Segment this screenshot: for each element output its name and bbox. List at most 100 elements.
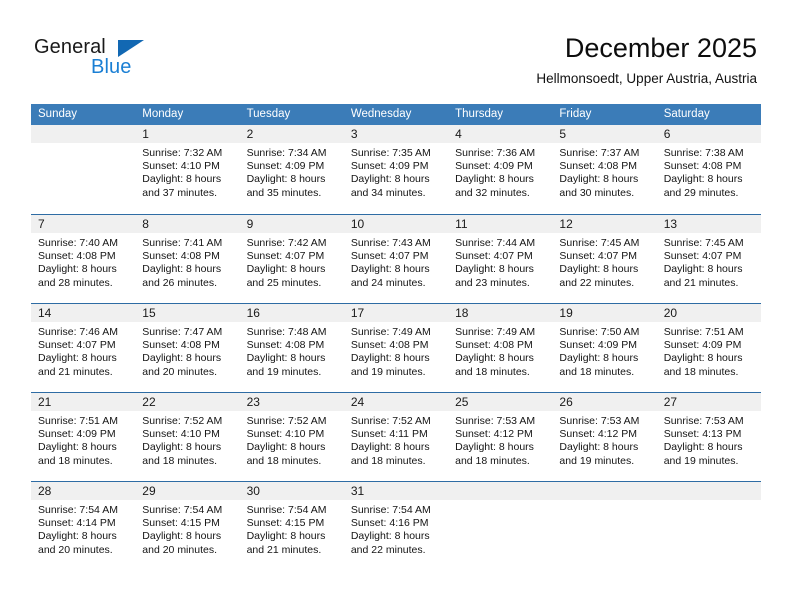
day-info: Sunrise: 7:45 AM Sunset: 4:07 PM Daylight:… <box>552 233 656 290</box>
day-number: 21 <box>31 393 136 411</box>
daylight-text: Daylight: 8 hours and 18 minutes. <box>455 441 534 467</box>
sunset-text: Sunset: 4:12 PM <box>559 428 638 441</box>
day-cell[interactable]: 27 Sunrise: 7:53 AM Sunset: 4:13 PM Dayligh… <box>656 393 761 481</box>
sunset-text: Sunset: 4:12 PM <box>455 428 533 441</box>
day-info: Sunrise: 7:35 AM Sunset: 4:09 PM Daylight:… <box>344 143 448 200</box>
daylight-text: Daylight: 8 hours and 20 minutes. <box>142 352 222 378</box>
day-cell[interactable]: 6 Sunrise: 7:38 AM Sunset: 4:08 PM Daylight… <box>656 125 761 214</box>
day-cell[interactable]: 19 Sunrise: 7:50 AM Sunset: 4:09 PM Dayligh… <box>552 304 657 392</box>
daylight-text: Daylight: 8 hours and 18 minutes. <box>350 441 430 467</box>
day-number: 8 <box>135 215 240 233</box>
logo-general-blue[interactable]: General Blue <box>34 36 234 88</box>
day-cell[interactable]: 4 Sunrise: 7:36 AM Sunset: 4:09 PM Daylight… <box>448 125 553 214</box>
sunset-text: Sunset: 4:11 PM <box>350 428 428 441</box>
daylight-text: Daylight: 8 hours and 28 minutes. <box>38 263 117 289</box>
day-cell[interactable]: 22 Sunrise: 7:52 AM Sunset: 4:10 PM Dayligh… <box>135 393 240 481</box>
sunset-text: Sunset: 4:10 PM <box>142 428 220 441</box>
day-number: 12 <box>552 215 657 233</box>
day-number: 1 <box>135 125 240 143</box>
sunset-text: Sunset: 4:09 PM <box>350 160 429 173</box>
day-number: 9 <box>239 215 344 233</box>
day-cell-empty <box>656 482 761 570</box>
day-cell[interactable]: 7 Sunrise: 7:40 AM Sunset: 4:08 PM Daylight… <box>31 215 136 303</box>
day-number <box>31 125 136 143</box>
day-cell[interactable]: 18 Sunrise: 7:49 AM Sunset: 4:08 PM Dayligh… <box>448 304 553 392</box>
day-cell[interactable]: 3 Sunrise: 7:35 AM Sunset: 4:09 PM Daylight… <box>343 125 449 214</box>
sunrise-text: Sunrise: 7:47 AM <box>142 326 223 338</box>
sunset-text: Sunset: 4:09 PM <box>663 339 742 352</box>
day-cell[interactable]: 12 Sunrise: 7:45 AM Sunset: 4:07 PM Dayligh… <box>552 215 657 303</box>
day-number: 25 <box>448 393 553 411</box>
day-cell[interactable]: 10 Sunrise: 7:43 AM Sunset: 4:07 PM Dayligh… <box>343 215 449 303</box>
sunrise-text: Sunrise: 7:34 AM <box>246 147 327 159</box>
day-cell[interactable]: 29 Sunrise: 7:54 AM Sunset: 4:15 PM Dayligh… <box>135 482 240 570</box>
day-number: 26 <box>552 393 657 411</box>
day-cell[interactable]: 24 Sunrise: 7:52 AM Sunset: 4:11 PM Dayligh… <box>343 393 449 481</box>
weeks-container: 1 Sunrise: 7:32 AM Sunset: 4:10 PM Daylight… <box>31 125 761 570</box>
daylight-text: Daylight: 8 hours and 21 minutes. <box>38 352 117 378</box>
sunset-text: Sunset: 4:09 PM <box>455 160 533 173</box>
daylight-text: Daylight: 8 hours and 25 minutes. <box>246 263 326 289</box>
day-number: 2 <box>239 125 344 143</box>
sunrise-text: Sunrise: 7:53 AM <box>663 415 744 427</box>
day-number: 19 <box>552 304 657 322</box>
day-cell[interactable]: 16 Sunrise: 7:48 AM Sunset: 4:08 PM Dayligh… <box>239 304 344 392</box>
weekday-header-monday: Monday <box>142 108 184 120</box>
day-cell[interactable]: 26 Sunrise: 7:53 AM Sunset: 4:12 PM Dayligh… <box>552 393 657 481</box>
day-cell[interactable]: 30 Sunrise: 7:54 AM Sunset: 4:15 PM Dayligh… <box>239 482 344 570</box>
sunset-text: Sunset: 4:08 PM <box>246 339 325 352</box>
day-info: Sunrise: 7:52 AM Sunset: 4:10 PM Daylight:… <box>240 411 344 468</box>
day-cell[interactable]: 11 Sunrise: 7:44 AM Sunset: 4:07 PM Dayligh… <box>448 215 553 303</box>
day-number: 5 <box>552 125 657 143</box>
day-cell[interactable]: 23 Sunrise: 7:52 AM Sunset: 4:10 PM Dayligh… <box>239 393 344 481</box>
sunset-text: Sunset: 4:08 PM <box>38 250 116 263</box>
weekday-header-sunday: Sunday <box>38 108 78 120</box>
sunset-text: Sunset: 4:08 PM <box>455 339 533 352</box>
daylight-text: Daylight: 8 hours and 19 minutes. <box>559 441 639 467</box>
day-info: Sunrise: 7:54 AM Sunset: 4:16 PM Daylight:… <box>344 500 448 557</box>
day-cell[interactable]: 20 Sunrise: 7:51 AM Sunset: 4:09 PM Dayligh… <box>656 304 761 392</box>
sunrise-text: Sunrise: 7:41 AM <box>142 237 223 249</box>
day-cell[interactable]: 5 Sunrise: 7:37 AM Sunset: 4:08 PM Daylight… <box>552 125 657 214</box>
day-cell[interactable]: 28 Sunrise: 7:54 AM Sunset: 4:14 PM Dayligh… <box>31 482 136 570</box>
sunrise-text: Sunrise: 7:52 AM <box>246 415 327 427</box>
day-info: Sunrise: 7:40 AM Sunset: 4:08 PM Daylight:… <box>31 233 135 290</box>
daylight-text: Daylight: 8 hours and 26 minutes. <box>142 263 222 289</box>
page-header: General Blue December 2025 Hellmonsoedt,… <box>0 0 792 100</box>
daylight-text: Daylight: 8 hours and 18 minutes. <box>559 352 639 378</box>
daylight-text: Daylight: 8 hours and 19 minutes. <box>350 352 430 378</box>
day-cell[interactable]: 9 Sunrise: 7:42 AM Sunset: 4:07 PM Daylight… <box>239 215 344 303</box>
weekday-header-saturday: Saturday <box>663 108 710 120</box>
sunset-text: Sunset: 4:15 PM <box>246 517 325 530</box>
weekday-header-thursday: Thursday <box>455 108 504 120</box>
day-number: 28 <box>31 482 136 500</box>
daylight-text: Daylight: 8 hours and 18 minutes. <box>38 441 117 467</box>
sunset-text: Sunset: 4:15 PM <box>142 517 220 530</box>
sunrise-text: Sunrise: 7:49 AM <box>350 326 431 338</box>
sunrise-text: Sunrise: 7:40 AM <box>38 237 118 249</box>
day-cell[interactable]: 8 Sunrise: 7:41 AM Sunset: 4:08 PM Daylight… <box>135 215 240 303</box>
day-cell[interactable]: 25 Sunrise: 7:53 AM Sunset: 4:12 PM Dayligh… <box>448 393 553 481</box>
sunset-text: Sunset: 4:07 PM <box>350 250 429 263</box>
day-info: Sunrise: 7:47 AM Sunset: 4:08 PM Daylight:… <box>135 322 239 379</box>
sunset-text: Sunset: 4:16 PM <box>350 517 429 530</box>
day-cell[interactable]: 17 Sunrise: 7:49 AM Sunset: 4:08 PM Dayligh… <box>343 304 449 392</box>
day-cell[interactable]: 14 Sunrise: 7:46 AM Sunset: 4:07 PM Dayligh… <box>31 304 136 392</box>
day-cell[interactable]: 21 Sunrise: 7:51 AM Sunset: 4:09 PM Dayligh… <box>31 393 136 481</box>
day-number: 14 <box>31 304 136 322</box>
day-cell[interactable]: 31 Sunrise: 7:54 AM Sunset: 4:16 PM Dayligh… <box>343 482 449 570</box>
day-cell[interactable]: 13 Sunrise: 7:45 AM Sunset: 4:07 PM Dayligh… <box>656 215 761 303</box>
day-cell[interactable]: 15 Sunrise: 7:47 AM Sunset: 4:08 PM Dayligh… <box>135 304 240 392</box>
day-number: 7 <box>31 215 136 233</box>
sunrise-text: Sunrise: 7:52 AM <box>350 415 431 427</box>
day-cell[interactable]: 1 Sunrise: 7:32 AM Sunset: 4:10 PM Daylight… <box>135 125 240 214</box>
daylight-text: Daylight: 8 hours and 18 minutes. <box>455 352 534 378</box>
day-number: 27 <box>656 393 761 411</box>
day-info: Sunrise: 7:45 AM Sunset: 4:07 PM Daylight:… <box>657 233 761 290</box>
daylight-text: Daylight: 8 hours and 20 minutes. <box>38 530 117 556</box>
sunset-text: Sunset: 4:07 PM <box>246 250 325 263</box>
sunrise-text: Sunrise: 7:51 AM <box>663 326 744 338</box>
day-cell[interactable]: 2 Sunrise: 7:34 AM Sunset: 4:09 PM Daylight… <box>239 125 344 214</box>
sunrise-text: Sunrise: 7:45 AM <box>663 237 744 249</box>
day-info: Sunrise: 7:54 AM Sunset: 4:15 PM Daylight:… <box>240 500 344 557</box>
